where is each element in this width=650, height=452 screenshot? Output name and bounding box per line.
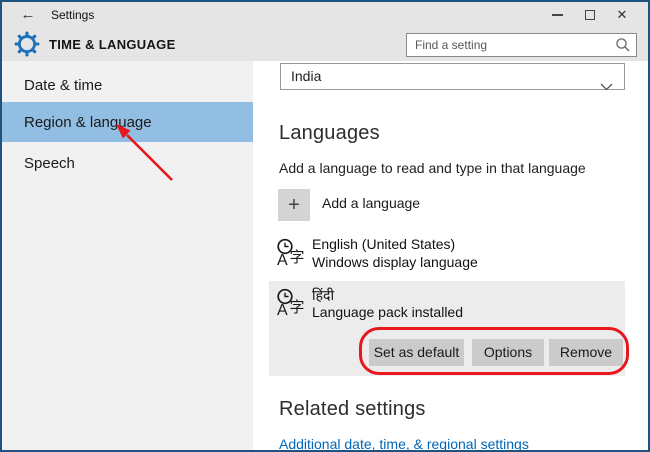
- country-region-dropdown[interactable]: India: [280, 63, 625, 90]
- maximize-icon: [585, 10, 595, 20]
- minimize-button[interactable]: [542, 2, 572, 28]
- app-header: TIME & LANGUAGE: [2, 28, 648, 61]
- section-title: TIME & LANGUAGE: [49, 28, 176, 61]
- sidebar-item-region-language[interactable]: Region & language: [2, 102, 253, 142]
- languages-heading: Languages: [279, 122, 380, 145]
- remove-button[interactable]: Remove: [549, 339, 623, 366]
- languages-subtitle: Add a language to read and type in that …: [279, 160, 586, 176]
- additional-settings-link[interactable]: Additional date, time, & regional settin…: [279, 436, 529, 452]
- language-name: हिंदी: [312, 286, 334, 305]
- related-settings-heading: Related settings: [279, 398, 426, 421]
- language-icon: A 字: [274, 287, 306, 324]
- sidebar-item-speech[interactable]: Speech: [2, 146, 253, 180]
- sidebar: Date & time Region & language Speech: [2, 61, 253, 450]
- svg-text:A: A: [277, 302, 288, 319]
- country-region-value: India: [291, 68, 321, 84]
- language-status: Windows display language: [312, 254, 478, 270]
- close-button[interactable]: ✕: [607, 2, 637, 28]
- chevron-down-icon: [600, 74, 613, 99]
- language-status: Language pack installed: [312, 304, 463, 320]
- content-pane: India Languages Add a language to read a…: [253, 61, 648, 450]
- title-bar: ← Settings ✕: [2, 2, 648, 28]
- svg-text:字: 字: [290, 249, 305, 266]
- gear-icon: [14, 31, 40, 62]
- maximize-button[interactable]: [575, 2, 605, 28]
- language-item-hindi[interactable]: A 字 हिंदी Language pack installed Set as…: [269, 281, 625, 376]
- search-input[interactable]: [406, 33, 637, 57]
- settings-window: ← Settings ✕ TIME & LANGUAGE: [0, 0, 650, 452]
- language-icon: A 字: [274, 237, 306, 274]
- minimize-icon: [552, 14, 563, 16]
- back-icon[interactable]: ←: [16, 2, 40, 28]
- language-item-english[interactable]: A 字 English (United States) Windows disp…: [269, 231, 625, 277]
- add-language-button[interactable]: + Add a language: [278, 189, 638, 221]
- search-box: [406, 33, 637, 57]
- plus-icon[interactable]: +: [278, 189, 310, 221]
- set-as-default-button[interactable]: Set as default: [369, 339, 464, 366]
- window-title: Settings: [51, 2, 94, 28]
- svg-text:字: 字: [290, 299, 305, 316]
- sidebar-item-date-time[interactable]: Date & time: [2, 68, 253, 102]
- options-button[interactable]: Options: [472, 339, 544, 366]
- search-icon[interactable]: [615, 37, 631, 58]
- svg-text:A: A: [277, 252, 288, 269]
- add-language-label: Add a language: [322, 195, 420, 211]
- language-name: English (United States): [312, 236, 455, 252]
